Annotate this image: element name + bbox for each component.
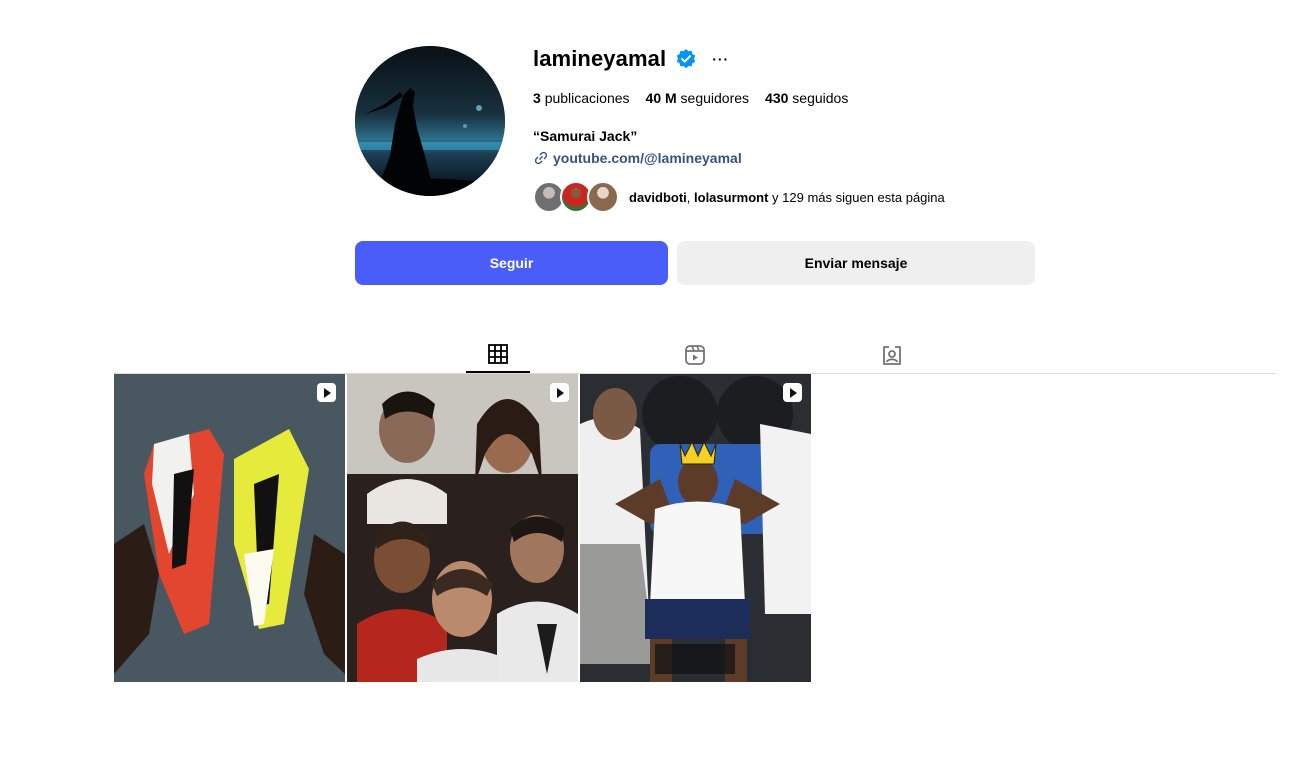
followed-by-text: davidboti, lolasurmont y 129 más siguen … [629, 189, 945, 205]
followed-by-avatars [533, 181, 619, 213]
tab-posts[interactable] [466, 337, 530, 373]
post-image [347, 374, 578, 682]
bio-link[interactable]: youtube.com/@lamineyamal [533, 150, 742, 166]
bio-name: “Samurai Jack” [533, 128, 638, 144]
post-image [114, 374, 345, 682]
followed-by[interactable]: davidboti, lolasurmont y 129 más siguen … [533, 181, 945, 213]
reel-icon [550, 383, 569, 402]
follow-button[interactable]: Seguir [355, 241, 668, 285]
tab-reels[interactable] [663, 337, 727, 373]
post-tile[interactable] [347, 374, 578, 682]
more-options-button[interactable]: ··· [712, 51, 729, 67]
verified-badge-icon [676, 49, 696, 69]
bio-link-text: youtube.com/@lamineyamal [553, 150, 742, 166]
avatar [587, 181, 619, 213]
profile-stats: 3 publicaciones 40 M seguidores 430 segu… [533, 90, 848, 106]
reels-icon [685, 345, 705, 365]
posts-stat: 3 publicaciones [533, 90, 630, 106]
grid-icon [488, 344, 508, 364]
send-message-button[interactable]: Enviar mensaje [677, 241, 1035, 285]
tab-tagged[interactable] [860, 337, 924, 373]
link-icon [534, 151, 548, 165]
avatar-image [355, 46, 505, 196]
reel-icon [317, 383, 336, 402]
profile-avatar[interactable] [355, 46, 505, 196]
followers-stat[interactable]: 40 M seguidores [646, 90, 750, 106]
username: lamineyamal [533, 46, 667, 71]
reel-icon [783, 383, 802, 402]
following-stat[interactable]: 430 seguidos [765, 90, 848, 106]
post-image [580, 374, 811, 682]
posts-grid [114, 374, 811, 682]
tagged-icon [883, 346, 901, 365]
post-tile[interactable] [114, 374, 345, 682]
username-row: lamineyamal ··· [533, 44, 729, 74]
post-tile[interactable] [580, 374, 811, 682]
